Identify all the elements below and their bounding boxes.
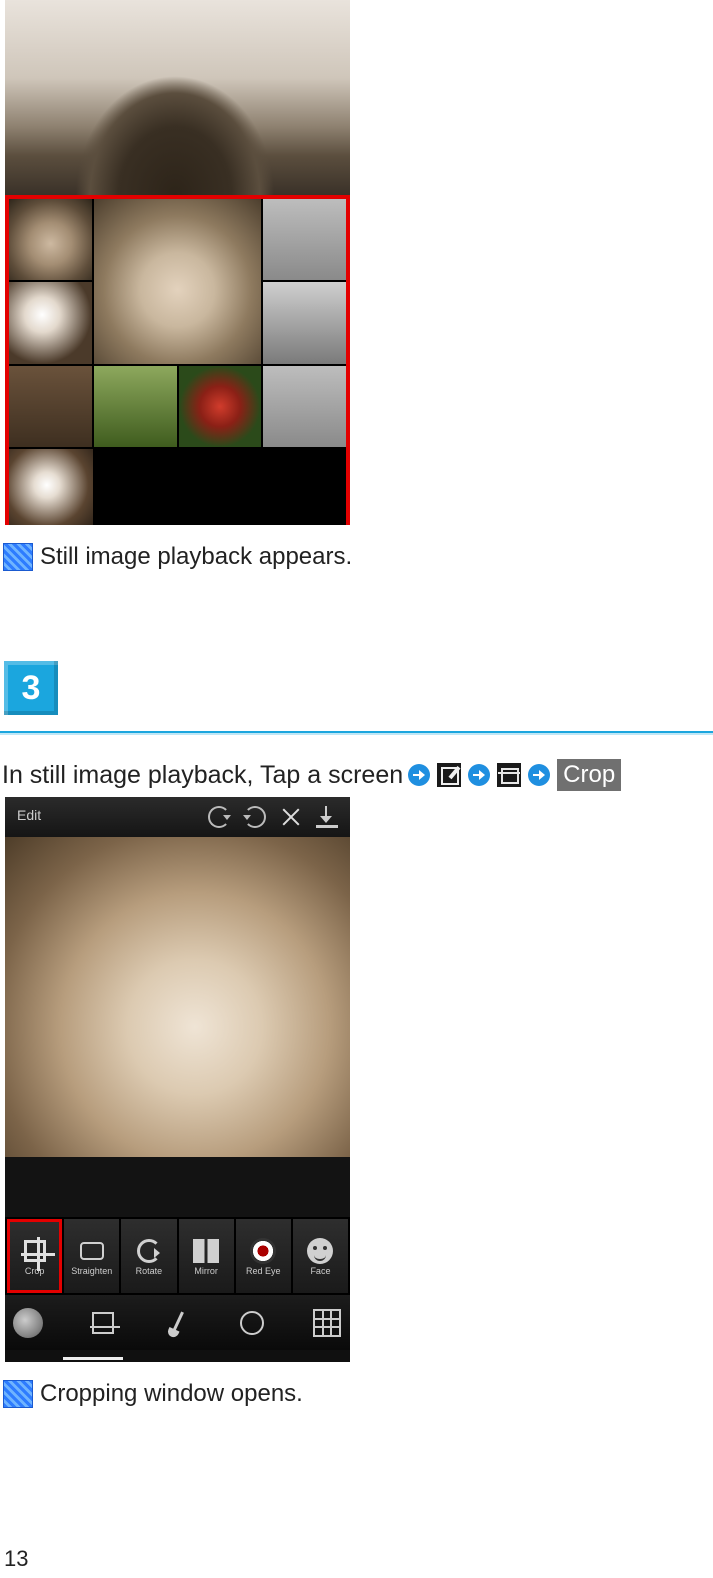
note-icon [4,544,32,570]
album-bottom-strip [9,449,346,525]
album-cover-image [5,0,350,195]
crop-tool-icon [24,1240,46,1262]
arrow-right-icon [468,764,490,786]
thumbnail [9,449,93,525]
arrow-right-icon [408,764,430,786]
album-thumbnail-grid [9,199,346,449]
page-number: 13 [4,1546,28,1572]
grid-icon[interactable] [315,1311,339,1335]
editor-bottom-bar [5,1295,350,1350]
crop-menu-label: Crop [557,759,621,791]
mirror-tool-icon [193,1239,219,1263]
effects-icon[interactable] [240,1311,264,1335]
tool-label: Face [310,1266,330,1276]
thumbnail-large [94,199,262,364]
tool-label: Red Eye [246,1266,281,1276]
rotate-tool-icon [137,1239,161,1263]
save-icon[interactable] [316,806,338,828]
face-tool-icon [307,1238,333,1264]
thumbnail [9,199,92,280]
brush-icon[interactable] [171,1311,184,1334]
crop-editor-screenshot: Edit Crop Straighten Rotate Mirror [5,797,350,1362]
note-text: Still image playback appears. [40,543,352,571]
close-icon[interactable] [280,806,302,828]
tool-label: Crop [25,1266,45,1276]
edit-icon [437,763,461,787]
step-divider [0,731,713,735]
crop-mode-icon[interactable] [92,1312,114,1334]
arrow-right-icon [528,764,550,786]
thumbnail [9,366,92,447]
album-selection-highlight [5,195,350,525]
editor-image-canvas[interactable] [5,837,350,1217]
tool-straighten[interactable]: Straighten [64,1219,119,1293]
thumbnail [263,199,346,280]
step-number-badge: 3 [4,661,58,715]
tool-label: Mirror [194,1266,218,1276]
thumbnail [263,366,346,447]
tool-crop[interactable]: Crop [7,1219,62,1293]
step-instruction: In still image playback, Tap a screen Cr… [2,759,713,791]
thumbnail [94,366,177,447]
gallery-screenshot [5,0,350,525]
tool-mirror[interactable]: Mirror [179,1219,234,1293]
tool-rotate[interactable]: Rotate [121,1219,176,1293]
undo-icon[interactable] [208,806,230,828]
thumbnail [9,282,92,363]
tool-label: Straighten [71,1266,112,1276]
note-text: Cropping window opens. [40,1380,303,1408]
redo-icon[interactable] [244,806,266,828]
thumbnail [263,282,346,363]
thumbnail [179,366,262,447]
redeye-tool-icon [250,1238,276,1264]
instruction-text: In still image playback, Tap a screen [2,761,403,790]
tool-redeye[interactable]: Red Eye [236,1219,291,1293]
tool-label: Rotate [136,1266,163,1276]
editor-top-bar: Edit [5,797,350,837]
home-icon[interactable] [13,1308,43,1338]
editor-title: Edit [17,807,41,823]
active-tab-underline [63,1357,123,1360]
tool-face[interactable]: Face [293,1219,348,1293]
straighten-tool-icon [80,1242,104,1260]
editor-tool-row: Crop Straighten Rotate Mirror Red Eye Fa… [5,1217,350,1295]
crop-icon [497,763,521,787]
note-icon [4,1381,32,1407]
